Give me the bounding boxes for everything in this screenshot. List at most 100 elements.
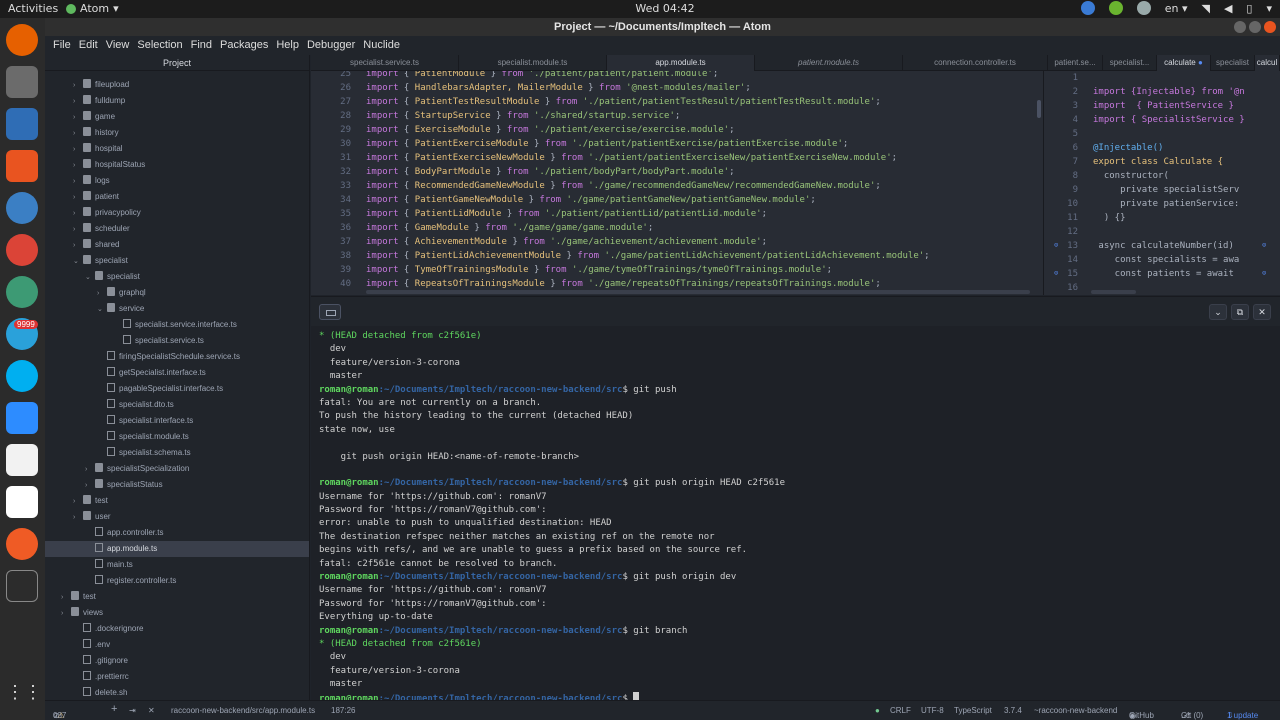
line-ending[interactable]: CRLF xyxy=(890,706,911,715)
grammar[interactable]: TypeScript xyxy=(954,706,992,715)
tab-app-module[interactable]: app.module.ts xyxy=(607,55,755,71)
power-menu-icon[interactable]: ▾ xyxy=(1266,2,1272,15)
menu-nuclide[interactable]: Nuclide xyxy=(359,36,404,55)
editor2-horizontal-scrollbar[interactable] xyxy=(1091,290,1136,294)
tree-file[interactable]: main.ts xyxy=(45,557,309,573)
slack-tray-icon[interactable] xyxy=(1136,1,1151,15)
tree-file[interactable]: specialist.module.ts xyxy=(45,429,309,445)
menu-selection[interactable]: Selection xyxy=(133,36,186,55)
tree-folder[interactable]: › graphql xyxy=(45,285,309,301)
tree-file[interactable]: .gitignore xyxy=(45,653,309,669)
tree-folder[interactable]: › hospitalStatus xyxy=(45,157,309,173)
tree-folder[interactable]: ⌄ specialist xyxy=(45,253,309,269)
tree-file[interactable]: getSpecialist.interface.ts xyxy=(45,365,309,381)
terminal-icon[interactable] xyxy=(6,570,38,602)
menu-packages[interactable]: Packages xyxy=(216,36,272,55)
add-icon[interactable]: + xyxy=(111,703,117,715)
firefox-icon[interactable] xyxy=(6,24,38,56)
tab-specialist-2[interactable]: specialist... xyxy=(1103,55,1157,71)
tree-folder[interactable]: › history xyxy=(45,125,309,141)
editor-vertical-scrollbar[interactable] xyxy=(1037,100,1041,118)
text-editor-icon[interactable] xyxy=(6,444,38,476)
writer-icon[interactable] xyxy=(6,108,38,140)
diagnostics-indicator[interactable]: ⊘ 0 ⚠ 37 xyxy=(53,706,66,720)
code-editor-secondary[interactable]: 1 2 import {Injectable} from '@n 3 import { … xyxy=(1043,71,1280,295)
tree-folder[interactable]: › patient xyxy=(45,189,309,205)
close-icon[interactable] xyxy=(1264,21,1276,33)
tree-folder[interactable]: › shared xyxy=(45,237,309,253)
terminal[interactable]: * (HEAD detached from c2f561e) dev featu… xyxy=(311,326,1280,700)
tab-calculate[interactable]: calculate ● xyxy=(1157,55,1211,71)
tree-file[interactable]: specialist.interface.ts xyxy=(45,413,309,429)
code-editor-main[interactable]: 25 import { PatientModule } from './patie… xyxy=(311,71,1043,295)
breakpoint-gutter-icon[interactable]: ⊙ xyxy=(1054,269,1058,277)
menu-file[interactable]: File xyxy=(49,36,75,55)
wifi-icon[interactable]: ◥ xyxy=(1201,2,1209,15)
tree-folder[interactable]: ⌄ specialist xyxy=(45,269,309,285)
tree-folder[interactable]: › privacypolicy xyxy=(45,205,309,221)
terminal-tab-icon[interactable] xyxy=(319,304,341,320)
tree-folder[interactable]: › hospital xyxy=(45,141,309,157)
breakpoint-gutter-icon[interactable]: ⊙ xyxy=(1262,269,1266,277)
language-selector[interactable]: en ▾ xyxy=(1165,2,1188,15)
files-icon[interactable] xyxy=(6,66,38,98)
menu-find[interactable]: Find xyxy=(187,36,216,55)
breakpoint-gutter-icon[interactable]: ⊙ xyxy=(1054,241,1058,249)
close-all-icon[interactable]: ✕ xyxy=(148,706,155,715)
tree-file[interactable]: app.module.ts xyxy=(45,541,309,557)
encoding[interactable]: UTF-8 xyxy=(921,706,944,715)
tab-specialist-3[interactable]: specialist xyxy=(1211,55,1255,71)
breakpoint-gutter-icon[interactable]: ⊙ xyxy=(1262,241,1266,249)
activities-button[interactable]: Activities xyxy=(8,2,58,15)
tree-file[interactable]: delete.sh xyxy=(45,685,309,700)
volume-icon[interactable]: ◀ xyxy=(1224,2,1232,15)
help-icon[interactable] xyxy=(6,192,38,224)
battery-icon[interactable]: ▯ xyxy=(1246,2,1252,15)
tree-folder[interactable]: › user xyxy=(45,509,309,525)
cursor-position[interactable]: 187:26 xyxy=(331,706,355,715)
tree-file[interactable]: .dockerignore xyxy=(45,621,309,637)
lint-status-icon[interactable]: ● xyxy=(875,706,880,715)
file-path[interactable]: raccoon-new-backend/src/app.module.ts xyxy=(171,706,315,715)
tree-folder[interactable]: › test xyxy=(45,493,309,509)
tree-folder[interactable]: › specialistSpecialization xyxy=(45,461,309,477)
menu-view[interactable]: View xyxy=(102,36,134,55)
tab-connection-controller[interactable]: connection.controller.ts xyxy=(903,55,1048,71)
tree-folder[interactable]: › logs xyxy=(45,173,309,189)
zoom-icon[interactable] xyxy=(6,402,38,434)
tree-folder[interactable]: › game xyxy=(45,109,309,125)
terminal-list-icon[interactable]: ⇥ xyxy=(129,706,136,715)
tree-folder[interactable]: › fulldump xyxy=(45,93,309,109)
tree-folder[interactable]: › specialistStatus xyxy=(45,477,309,493)
show-apps-icon[interactable]: ⋮⋮ xyxy=(6,682,42,714)
tree-file[interactable]: specialist.dto.ts xyxy=(45,397,309,413)
collapse-terminal-button[interactable]: ⌄ xyxy=(1209,304,1227,320)
project-name[interactable]: ~raccoon-new-backend xyxy=(1034,706,1117,715)
close-terminal-button[interactable]: ✕ xyxy=(1253,304,1271,320)
tab-calcul[interactable]: calcul xyxy=(1255,55,1280,71)
ts-version[interactable]: 3.7.4 xyxy=(1004,706,1022,715)
tree-file[interactable]: specialist.service.interface.ts xyxy=(45,317,309,333)
minimize-icon[interactable] xyxy=(1234,21,1246,33)
tab-patient-module[interactable]: patient.module.ts xyxy=(755,55,903,71)
menu-help[interactable]: Help xyxy=(272,36,303,55)
tree-file[interactable]: app.controller.ts xyxy=(45,525,309,541)
tree-file[interactable]: .env xyxy=(45,637,309,653)
tree-file[interactable]: specialist.service.ts xyxy=(45,333,309,349)
maximize-terminal-button[interactable]: ⧉ xyxy=(1231,304,1249,320)
tree-file[interactable]: firingSpecialistSchedule.service.ts xyxy=(45,349,309,365)
slack-icon[interactable] xyxy=(6,486,38,518)
menu-debugger[interactable]: Debugger xyxy=(303,36,359,55)
clock[interactable]: Wed 04:42 xyxy=(620,2,710,15)
atom-icon[interactable] xyxy=(6,276,38,308)
maximize-icon[interactable] xyxy=(1249,21,1261,33)
tab-patient-service[interactable]: patient.se... xyxy=(1048,55,1103,71)
postman-icon[interactable] xyxy=(6,528,38,560)
menu-edit[interactable]: Edit xyxy=(75,36,102,55)
tab-specialist-service[interactable]: specialist.service.ts xyxy=(311,55,459,71)
tree-folder[interactable]: ⌄ service xyxy=(45,301,309,317)
tree-folder[interactable]: › fileupload xyxy=(45,77,309,93)
tree-folder[interactable]: › test xyxy=(45,589,309,605)
tree-folder[interactable]: › views xyxy=(45,605,309,621)
tree-folder[interactable]: › scheduler xyxy=(45,221,309,237)
